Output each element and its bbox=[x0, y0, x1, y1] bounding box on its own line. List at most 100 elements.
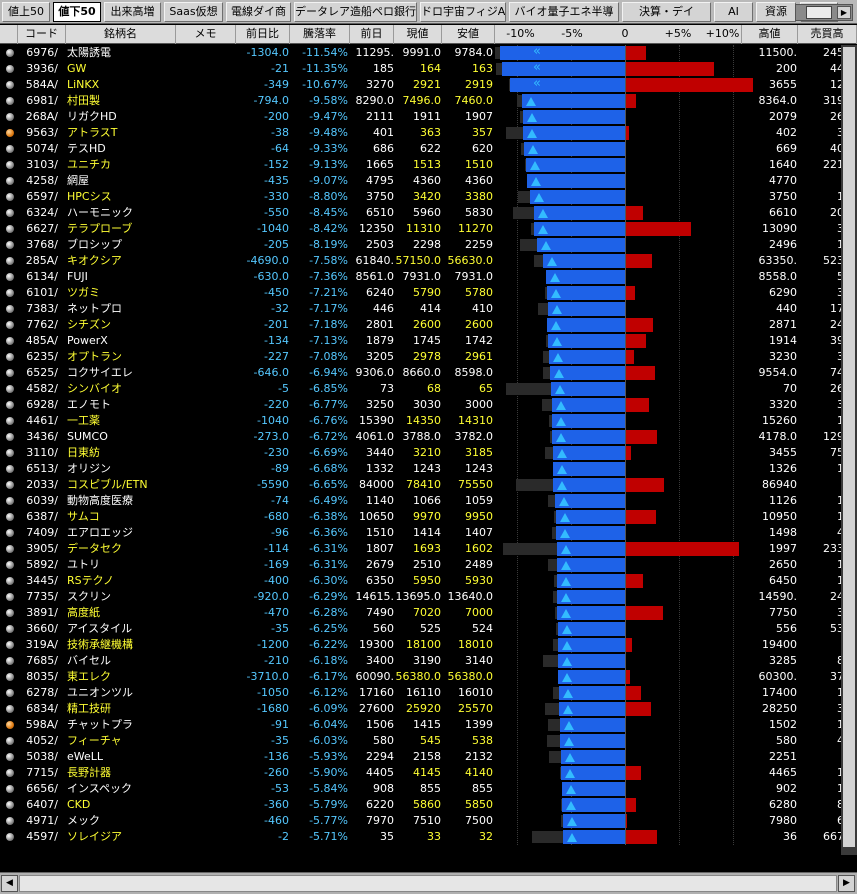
table-row[interactable]: 3436/SUMCO -273.0 -6.72% 4061.0 3788.0 3782.0… bbox=[0, 429, 857, 445]
memo-cell[interactable] bbox=[176, 429, 236, 445]
memo-cell[interactable] bbox=[176, 125, 236, 141]
memo-cell[interactable] bbox=[176, 493, 236, 509]
memo-cell[interactable] bbox=[176, 77, 236, 93]
table-row[interactable]: 2033/コスピブル/ETN -5590 -6.65% 84000 78410 75550… bbox=[0, 477, 857, 493]
header-pct[interactable]: 騰落率 bbox=[290, 25, 350, 44]
tab-7[interactable]: バイオ量子エネ半導 bbox=[509, 2, 619, 22]
tab-scroll-thumb[interactable] bbox=[806, 6, 832, 19]
memo-cell[interactable] bbox=[176, 637, 236, 653]
tab-9[interactable]: AI bbox=[714, 2, 753, 22]
table-row[interactable]: 6597/HPCシス-330-8.80%3750342033803750141 bbox=[0, 189, 857, 205]
memo-cell[interactable] bbox=[176, 525, 236, 541]
table-row[interactable]: 6101/ツガミ-450-7.21%6240579057806290386 bbox=[0, 285, 857, 301]
table-row[interactable]: 3905/データセク -114 -6.31% 1807 1693 1602 1997 2332… bbox=[0, 541, 857, 557]
table-row[interactable]: 4597/ソレイジア -2 -5.71% 35 33 32 36 66760 bbox=[0, 829, 857, 845]
memo-cell[interactable] bbox=[176, 573, 236, 589]
horizontal-scroll-thumb[interactable] bbox=[19, 875, 837, 892]
header-name[interactable]: 銘柄名 bbox=[66, 25, 176, 44]
header-memo[interactable]: メモ bbox=[176, 25, 236, 44]
memo-cell[interactable] bbox=[176, 749, 236, 765]
memo-cell[interactable] bbox=[176, 93, 236, 109]
memo-cell[interactable] bbox=[176, 445, 236, 461]
memo-cell[interactable] bbox=[176, 605, 236, 621]
table-row[interactable]: 5038/eWeLL-136-5.93%229421582132225171 bbox=[0, 749, 857, 765]
table-row[interactable]: 6513/オリジン-89-6.68%1332124312431326129 bbox=[0, 461, 857, 477]
tab-2[interactable]: 出来高増 bbox=[104, 2, 161, 22]
table-row[interactable]: 6525/コクサイエレ -646.0 -6.94% 9306.0 8660.0 8598.… bbox=[0, 365, 857, 381]
table-row[interactable]: 6134/FUJI -630.0 -7.36% 8561.0 7931.0 7931.0 8… bbox=[0, 269, 857, 285]
header-price[interactable]: 現値 bbox=[394, 25, 442, 44]
table-row[interactable]: 7409/エアロエッジ-96-6.36%1510141414071498407 bbox=[0, 525, 857, 541]
vertical-scroll-thumb[interactable] bbox=[843, 47, 855, 847]
table-row[interactable]: 8035/東エレク -3710.0 -6.17% 60090. 56380.0 56380… bbox=[0, 669, 857, 685]
memo-cell[interactable] bbox=[176, 317, 236, 333]
horizontal-scrollbar[interactable]: ◀ ▶ bbox=[0, 872, 857, 894]
memo-cell[interactable] bbox=[176, 269, 236, 285]
memo-cell[interactable] bbox=[176, 813, 236, 829]
tab-scroll-right-icon[interactable]: ▶ bbox=[837, 6, 851, 19]
memo-cell[interactable] bbox=[176, 205, 236, 221]
memo-cell[interactable] bbox=[176, 477, 236, 493]
table-row[interactable]: 6627/テラプローブ -1040 -8.42% 12350 11310 11270 130… bbox=[0, 221, 857, 237]
table-row[interactable]: 7383/ネットプロ-32-7.17%4464144104401717 bbox=[0, 301, 857, 317]
table-row[interactable]: 3110/日東紡-230-6.69%34403210318534557569 bbox=[0, 445, 857, 461]
memo-cell[interactable] bbox=[176, 701, 236, 717]
table-row[interactable]: 4582/シンバイオ-5-6.85%736865702699 bbox=[0, 381, 857, 397]
table-row[interactable]: 268A/リガクHD-200-9.47%21111911190720792682 bbox=[0, 109, 857, 125]
tab-6[interactable]: ドロ宇宙フィジAI bbox=[420, 2, 506, 22]
memo-cell[interactable] bbox=[176, 685, 236, 701]
table-row[interactable]: 319A/技術承継機構 -1200 -6.22% 19300 18100 18010 194… bbox=[0, 637, 857, 653]
table-row[interactable]: 6278/ユニオンツル -1050 -6.12% 17160 16110 16010 174… bbox=[0, 685, 857, 701]
vertical-scrollbar[interactable] bbox=[841, 45, 857, 855]
memo-cell[interactable] bbox=[176, 221, 236, 237]
memo-cell[interactable] bbox=[176, 829, 236, 845]
header-low[interactable]: 安値 bbox=[442, 25, 495, 44]
memo-cell[interactable] bbox=[176, 781, 236, 797]
table-row[interactable]: 3660/アイスタイル-35-6.25%5605255245565382 bbox=[0, 621, 857, 637]
table-row[interactable]: 6928/エノモト-220-6.77%3250303030003320390 bbox=[0, 397, 857, 413]
table-row[interactable]: 4971/メック-460-5.77%7970751075007980656 bbox=[0, 813, 857, 829]
memo-cell[interactable] bbox=[176, 109, 236, 125]
memo-cell[interactable] bbox=[176, 589, 236, 605]
table-row[interactable]: 6235/オプトラン-227-7.08%3205297829613230365 bbox=[0, 349, 857, 365]
table-row[interactable]: 6656/インスペック-53-5.84%908855855902116 bbox=[0, 781, 857, 797]
table-row[interactable]: 7685/バイセル-210-6.18%3400319031403285807 bbox=[0, 653, 857, 669]
memo-cell[interactable] bbox=[176, 413, 236, 429]
table-row[interactable]: 6039/動物高度医療-74-6.49%1140106610591126113 bbox=[0, 493, 857, 509]
memo-cell[interactable] bbox=[176, 45, 236, 61]
table-row[interactable]: 3936/GW-21-11.35%1851641632004410 bbox=[0, 61, 857, 77]
tab-4[interactable]: 電線ダイ商 bbox=[226, 2, 291, 22]
scroll-right-icon[interactable]: ▶ bbox=[838, 875, 855, 892]
memo-cell[interactable] bbox=[176, 717, 236, 733]
table-row[interactable]: 485A/PowerX-134-7.13%1879174517421914393… bbox=[0, 333, 857, 349]
table-row[interactable]: 6324/ハーモニック-550-8.45%6510596058306610205… bbox=[0, 205, 857, 221]
tab-1[interactable]: 値下50 bbox=[53, 2, 101, 22]
memo-cell[interactable] bbox=[176, 61, 236, 77]
memo-cell[interactable] bbox=[176, 397, 236, 413]
table-row[interactable]: 7735/スクリン -920.0 -6.29% 14615. 13695.0 13640.… bbox=[0, 589, 857, 605]
scroll-left-icon[interactable]: ◀ bbox=[1, 875, 18, 892]
table-row[interactable]: 5074/テスHD-64-9.33%6866226206694048 bbox=[0, 141, 857, 157]
header-volume[interactable]: 売買高 bbox=[798, 25, 857, 44]
tab-3[interactable]: Saas仮想 bbox=[164, 2, 223, 22]
table-row[interactable]: 4258/網屋-435-9.07%479543604360477091 bbox=[0, 173, 857, 189]
memo-cell[interactable] bbox=[176, 301, 236, 317]
tab-8[interactable]: 決算・デイ bbox=[622, 2, 711, 22]
memo-cell[interactable] bbox=[176, 349, 236, 365]
memo-cell[interactable] bbox=[176, 669, 236, 685]
header-prev[interactable]: 前日 bbox=[350, 25, 394, 44]
tab-10[interactable]: 資源 bbox=[756, 2, 796, 22]
table-row[interactable]: 3768/ブロシップ-205-8.19%2503229822592496170 bbox=[0, 237, 857, 253]
table-row[interactable]: 7762/シチズン-201-7.18%28012600260028712452 bbox=[0, 317, 857, 333]
table-row[interactable]: 3891/高度紙-470-6.28%7490702070007750339 bbox=[0, 605, 857, 621]
header-change[interactable]: 前日比 bbox=[236, 25, 290, 44]
table-row[interactable]: 6981/村田製 -794.0 -9.58% 8290.0 7496.0 7460.0 83… bbox=[0, 93, 857, 109]
memo-cell[interactable] bbox=[176, 365, 236, 381]
header-high[interactable]: 高値 bbox=[742, 25, 798, 44]
table-row[interactable]: 3103/ユニチカ -152 -9.13% 1665 1513 1510 1640 22130 bbox=[0, 157, 857, 173]
table-row[interactable]: 5892/ユトリ-169-6.31%2679251024892650176 bbox=[0, 557, 857, 573]
table-row[interactable]: 598A/チャットプラ-91-6.04%1506141513991502174 bbox=[0, 717, 857, 733]
memo-cell[interactable] bbox=[176, 653, 236, 669]
table-row[interactable]: 285A/キオクシア -4690.0 -7.58% 61840. 57150.0 5663… bbox=[0, 253, 857, 269]
memo-cell[interactable] bbox=[176, 253, 236, 269]
